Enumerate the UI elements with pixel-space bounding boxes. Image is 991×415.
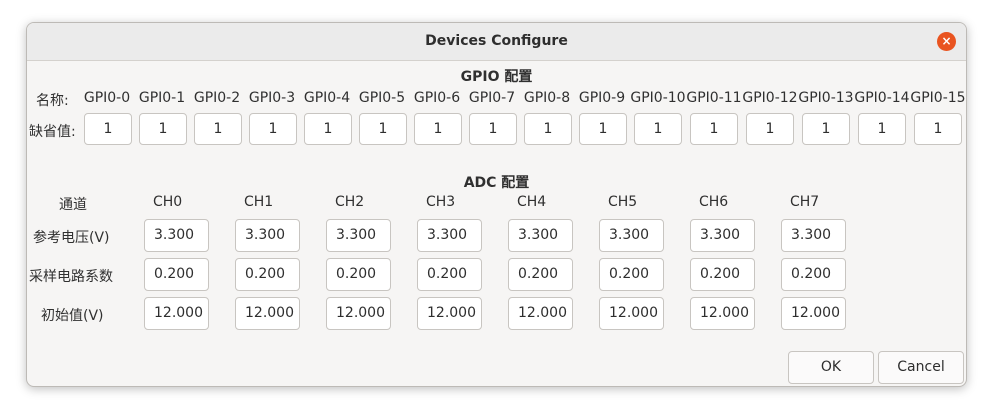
gpio-name-1: GPI0-1: [138, 90, 186, 106]
gpio-default-field-13[interactable]: 1: [802, 113, 850, 145]
gpio-default-field-15[interactable]: 1: [914, 113, 962, 145]
gpio-name-8: GPI0-8: [523, 90, 571, 106]
adc-channel-5: CH5: [608, 194, 638, 210]
gpio-name-15: GPI0-15: [910, 90, 966, 106]
cancel-button[interactable]: Cancel: [878, 351, 964, 384]
gpio-name-2: GPI0-2: [193, 90, 241, 106]
adc-ref-voltage-field-2[interactable]: 3.300: [326, 219, 391, 252]
devices-configure-dialog: Devices Configure × GPIO 配置 名称: 缺省值: GPI…: [26, 22, 967, 387]
gpio-default-field-8[interactable]: 1: [524, 113, 572, 145]
gpio-default-field-0[interactable]: 1: [84, 113, 132, 145]
dialog-title: Devices Configure: [425, 33, 568, 49]
adc-section-title: ADC 配置: [463, 175, 530, 191]
gpio-name-5: GPI0-5: [358, 90, 406, 106]
gpio-default-field-10[interactable]: 1: [634, 113, 682, 145]
gpio-section-title: GPIO 配置: [460, 69, 533, 85]
adc-initial-value-field-4[interactable]: 12.000: [508, 297, 573, 330]
adc-ref-voltage-field-4[interactable]: 3.300: [508, 219, 573, 252]
gpio-name-4: GPI0-4: [303, 90, 351, 106]
adc-initial-value-field-5[interactable]: 12.000: [599, 297, 664, 330]
gpio-default-field-12[interactable]: 1: [746, 113, 794, 145]
adc-channel-7: CH7: [790, 194, 820, 210]
gpio-name-9: GPI0-9: [578, 90, 626, 106]
adc-sampling-coefficient-label: 采样电路系数: [29, 269, 113, 285]
adc-channel-label: 通道: [59, 197, 87, 213]
gpio-name-7: GPI0-7: [468, 90, 516, 106]
close-button[interactable]: ×: [937, 32, 956, 51]
adc-initial-value-field-0[interactable]: 12.000: [144, 297, 209, 330]
gpio-default-field-2[interactable]: 1: [194, 113, 242, 145]
gpio-name-0: GPI0-0: [83, 90, 131, 106]
adc-sampling-coefficient-field-0[interactable]: 0.200: [144, 258, 209, 291]
adc-sampling-coefficient-field-3[interactable]: 0.200: [417, 258, 482, 291]
gpio-default-field-3[interactable]: 1: [249, 113, 297, 145]
adc-ref-voltage-label: 参考电压(V): [33, 230, 110, 246]
adc-channel-0: CH0: [153, 194, 183, 210]
adc-sampling-coefficient-field-1[interactable]: 0.200: [235, 258, 300, 291]
gpio-name-13: GPI0-13: [798, 90, 854, 106]
adc-sampling-coefficient-field-4[interactable]: 0.200: [508, 258, 573, 291]
gpio-name-12: GPI0-12: [742, 90, 798, 106]
adc-ref-voltage-field-5[interactable]: 3.300: [599, 219, 664, 252]
gpio-default-field-6[interactable]: 1: [414, 113, 462, 145]
adc-ref-voltage-field-0[interactable]: 3.300: [144, 219, 209, 252]
gpio-name-6: GPI0-6: [413, 90, 461, 106]
gpio-name-14: GPI0-14: [854, 90, 910, 106]
gpio-default-field-11[interactable]: 1: [690, 113, 738, 145]
adc-initial-value-label: 初始值(V): [41, 308, 104, 324]
gpio-default-field-5[interactable]: 1: [359, 113, 407, 145]
adc-sampling-coefficient-field-6[interactable]: 0.200: [690, 258, 755, 291]
adc-ref-voltage-field-6[interactable]: 3.300: [690, 219, 755, 252]
adc-channel-6: CH6: [699, 194, 729, 210]
adc-ref-voltage-field-1[interactable]: 3.300: [235, 219, 300, 252]
adc-channel-1: CH1: [244, 194, 274, 210]
adc-channel-4: CH4: [517, 194, 547, 210]
adc-initial-value-field-7[interactable]: 12.000: [781, 297, 846, 330]
ok-button[interactable]: OK: [788, 351, 874, 384]
close-icon: ×: [941, 34, 952, 48]
adc-initial-value-field-3[interactable]: 12.000: [417, 297, 482, 330]
adc-channel-3: CH3: [426, 194, 456, 210]
gpio-name-3: GPI0-3: [248, 90, 296, 106]
adc-initial-value-field-1[interactable]: 12.000: [235, 297, 300, 330]
gpio-name-label: 名称:: [36, 93, 69, 109]
gpio-name-10: GPI0-10: [630, 90, 686, 106]
adc-channel-2: CH2: [335, 194, 365, 210]
gpio-default-field-14[interactable]: 1: [858, 113, 906, 145]
gpio-name-11: GPI0-11: [686, 90, 742, 106]
adc-initial-value-field-2[interactable]: 12.000: [326, 297, 391, 330]
gpio-default-field-7[interactable]: 1: [469, 113, 517, 145]
title-bar: Devices Configure ×: [27, 23, 966, 61]
gpio-default-field-1[interactable]: 1: [139, 113, 187, 145]
adc-initial-value-field-6[interactable]: 12.000: [690, 297, 755, 330]
adc-ref-voltage-field-7[interactable]: 3.300: [781, 219, 846, 252]
adc-sampling-coefficient-field-5[interactable]: 0.200: [599, 258, 664, 291]
adc-sampling-coefficient-field-2[interactable]: 0.200: [326, 258, 391, 291]
gpio-default-label: 缺省值:: [29, 124, 76, 140]
adc-sampling-coefficient-field-7[interactable]: 0.200: [781, 258, 846, 291]
gpio-default-field-4[interactable]: 1: [304, 113, 352, 145]
adc-ref-voltage-field-3[interactable]: 3.300: [417, 219, 482, 252]
gpio-default-field-9[interactable]: 1: [579, 113, 627, 145]
